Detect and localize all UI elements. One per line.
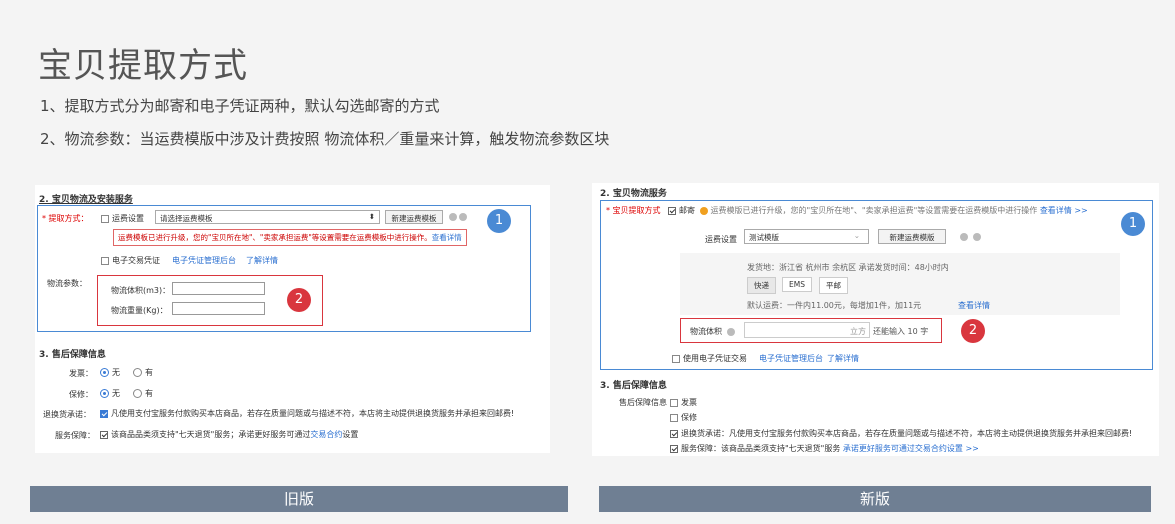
new-upgrade-notice: 运费模版已进行升级，您的"宝贝所在地"、"卖家承担运费"等设置需要在运费模版中进… — [700, 205, 1088, 216]
new-ship-info: 发货地：浙江省 杭州市 余杭区 承诺发货时间：48小时内 — [747, 263, 949, 272]
new-new-template-button[interactable]: 新建运费模版 — [878, 229, 946, 244]
question-icon — [972, 232, 981, 241]
old-notice-link[interactable]: 查看详情 — [432, 233, 462, 242]
point-1: 1、提取方式分为邮寄和电子凭证两种，默认勾选邮寄的方式 — [40, 97, 440, 115]
new-version-label: 新版 — [599, 486, 1151, 512]
new-mail-option[interactable]: 邮寄 — [668, 205, 695, 216]
new-version-panel: 2. 宝贝物流服务 * 宝贝提取方式 邮寄 运费模版已进行升级，您的"宝贝所在地… — [592, 183, 1159, 456]
old-service-option: 该商品品类须支持"七天退货"服务；承诺更好服务可通过交易合约设置 — [100, 429, 358, 440]
question-icon — [459, 212, 467, 221]
new-badge-2: 2 — [961, 319, 985, 343]
new-volume-input[interactable]: 立方 — [744, 322, 870, 338]
old-version-panel: 2. 宝贝物流及安装服务 * 提取方式： 运费设置 请选择运费模板 ⬍ 新建运费模… — [35, 185, 550, 453]
old-logistics-label: 物流参数： — [47, 279, 87, 288]
old-weight-label: 物流重量(Kg)： — [111, 306, 168, 315]
new-tab-express[interactable]: 快递 — [747, 277, 776, 294]
new-invoice-option[interactable]: 发票 — [670, 397, 697, 408]
new-volume-label: 物流体积 — [690, 326, 735, 337]
new-service-link[interactable]: 承诺更好服务可通过交易合约设置 >> — [843, 444, 979, 453]
new-ecert-option[interactable]: 使用电子凭证交易 — [672, 353, 747, 364]
new-fee-link[interactable]: 查看详情 — [958, 300, 990, 311]
new-tab-ems[interactable]: EMS — [782, 277, 812, 292]
new-method-label: * 宝贝提取方式 — [606, 206, 661, 215]
old-service-label: 服务保障： — [55, 431, 95, 440]
old-volume-input[interactable] — [172, 282, 265, 295]
new-service-option: 服务保障：该商品品类须支持"七天退货"服务 承诺更好服务可通过交易合约设置 >> — [670, 443, 979, 454]
warning-icon — [700, 206, 708, 215]
old-freight-select[interactable]: 请选择运费模板 ⬍ — [155, 210, 380, 224]
old-return-option[interactable]: 凡使用支付宝服务付款购买本店商品，若存在质量问题或与描述不符，本店将主动提供退换… — [100, 408, 514, 419]
new-section-2-title: 2. 宝贝物流服务 — [600, 189, 667, 199]
old-section-2-title: 2. 宝贝物流及安装服务 — [39, 195, 133, 205]
new-notice-link[interactable]: 查看详情 >> — [1040, 206, 1088, 215]
old-badge-1: 1 — [487, 209, 511, 233]
old-weight-input[interactable] — [172, 302, 265, 315]
new-section-3-title: 3. 售后保障信息 — [600, 381, 667, 391]
new-ecert-link[interactable]: 电子凭证管理后台 — [759, 353, 823, 364]
new-help-icons — [958, 232, 981, 241]
old-warranty-label: 保修： — [69, 390, 93, 399]
new-return-option[interactable]: 退换货承诺：凡使用支付宝服务付款购买本店商品，若存在质量问题或与描述不符，本店将… — [670, 428, 1132, 439]
new-volume-hint: 还能输入 10 字 — [873, 327, 929, 336]
old-return-label: 退换货承诺： — [43, 410, 91, 419]
new-default-fee: 默认运费：一件内11.00元，每增加1件，加11元 — [747, 301, 922, 310]
new-freight-label: 运费设置 — [705, 235, 737, 244]
old-invoice-have[interactable]: 有 — [133, 367, 153, 378]
new-tab-post[interactable]: 平邮 — [819, 277, 848, 294]
old-learn-more-link[interactable]: 了解详情 — [246, 255, 278, 266]
old-invoice-none[interactable]: 无 — [100, 367, 120, 378]
old-volume-label: 物流体积(m3)： — [111, 286, 171, 295]
old-warranty-have[interactable]: 有 — [133, 388, 153, 399]
old-new-template-button[interactable]: 新建运费模板 — [385, 210, 443, 224]
old-section-3-title: 3. 售后保障信息 — [39, 350, 106, 360]
help-icon — [449, 212, 457, 221]
old-upgrade-notice: 运费模板已进行升级，您的"宝贝所在地"、"卖家承担运费"等设置需要在运费模板中进… — [113, 229, 467, 246]
old-help-icons — [447, 212, 467, 221]
new-warranty-option[interactable]: 保修 — [670, 412, 697, 423]
old-ecert-link[interactable]: 电子凭证管理后台 — [172, 255, 236, 266]
point-2: 2、物流参数：当运费模版中涉及计费按照 物流体积／重量来计算，触发物流参数区块 — [40, 130, 610, 148]
help-icon — [960, 232, 968, 241]
slide-title: 宝贝提取方式 — [38, 46, 248, 86]
old-freight-option[interactable]: 运费设置 — [101, 213, 144, 224]
old-ecert-option[interactable]: 电子交易凭证 — [101, 255, 160, 266]
new-aftersale-label: 售后保障信息 — [619, 398, 667, 407]
new-badge-1: 1 — [1121, 212, 1145, 236]
old-invoice-label: 发票： — [69, 369, 93, 378]
old-warranty-none[interactable]: 无 — [100, 388, 120, 399]
old-service-link[interactable]: 交易合约 — [310, 430, 342, 439]
old-method-label: * 提取方式： — [42, 214, 89, 223]
new-learn-more-link[interactable]: 了解详情 — [827, 353, 859, 364]
old-version-label: 旧版 — [30, 486, 568, 512]
new-freight-select[interactable]: 测试模版 ⌄ — [744, 229, 869, 244]
help-icon — [726, 327, 735, 336]
old-badge-2: 2 — [287, 288, 311, 312]
